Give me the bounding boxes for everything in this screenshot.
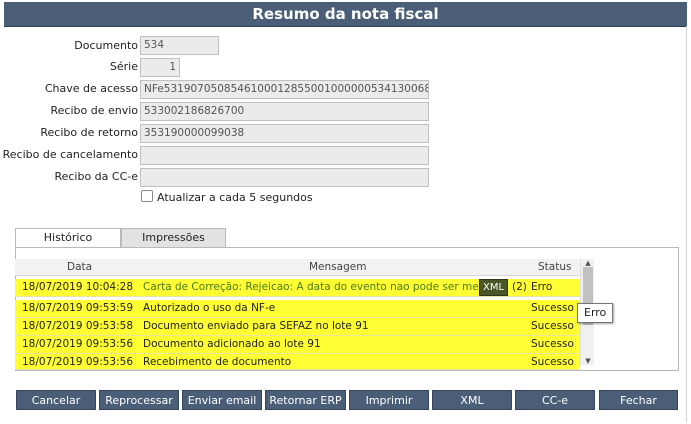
recibo-envio-field[interactable]: 533002186826700 [140, 102, 429, 121]
reprocessar-button[interactable]: Reprocessar [99, 390, 179, 410]
row-message: Recebimento de documento [143, 356, 292, 368]
auto-refresh-label: Atualizar a cada 5 segundos [157, 191, 313, 204]
recibo-cce-field[interactable] [140, 168, 429, 187]
xml-button[interactable]: XML [432, 390, 512, 410]
column-header-status[interactable]: Status [538, 261, 571, 273]
chave-acesso-label: Chave de acesso [44, 82, 138, 95]
recibo-retorno-field[interactable]: 353190000099038 [140, 124, 429, 143]
recibo-cancelamento-field[interactable] [140, 146, 429, 165]
fechar-button[interactable]: Fechar [599, 390, 678, 410]
row-status: Sucesso [531, 302, 574, 314]
auto-refresh-checkbox[interactable] [141, 190, 153, 202]
scroll-down-icon[interactable]: ▼ [581, 357, 595, 365]
status-tooltip: Erro [577, 303, 614, 323]
row-date: 18/07/2019 09:53:59 [22, 302, 134, 314]
row-count: (2) [512, 281, 527, 293]
chave-acesso-field[interactable]: NFe5319070508546100012855001000000534130… [140, 80, 429, 99]
tab-historico[interactable]: Histórico [15, 228, 121, 248]
row-status: Sucesso [531, 320, 574, 332]
column-header-mensagem[interactable]: Mensagem [309, 261, 366, 273]
cancelar-button[interactable]: Cancelar [16, 390, 96, 410]
tab-impressoes[interactable]: Impressões [121, 228, 226, 247]
scroll-up-icon[interactable]: ▲ [581, 259, 595, 267]
imprimir-button[interactable]: Imprimir [349, 390, 429, 410]
row-date: 18/07/2019 10:04:28 [22, 281, 134, 293]
row-date: 18/07/2019 09:53:56 [22, 356, 134, 368]
recibo-envio-label: Recibo de envio [50, 104, 138, 117]
dialog-title: Resumo da nota fiscal [4, 2, 687, 27]
cce-button[interactable]: CC-e [515, 390, 595, 410]
recibo-cancelamento-label: Recibo de cancelamento [2, 148, 138, 161]
documento-field[interactable]: 534 [140, 36, 219, 55]
serie-field[interactable]: 1 [140, 58, 180, 77]
retornar-erp-button[interactable]: Retornar ERP [265, 390, 346, 410]
table-row[interactable]: 18/07/2019 09:53:59 Autorizado o uso da … [15, 300, 580, 318]
row-message: Autorizado o uso da NF-e [143, 302, 276, 314]
row-message: Documento adicionado ao lote 91 [143, 338, 321, 350]
column-header-data[interactable]: Data [67, 261, 92, 273]
recibo-retorno-label: Recibo de retorno [40, 126, 138, 139]
table-row[interactable]: 18/07/2019 10:04:28 Carta de Correção: R… [15, 279, 580, 297]
documento-label: Documento [74, 39, 138, 52]
table-row[interactable]: 18/07/2019 09:53:56 Recebimento de docum… [15, 354, 580, 370]
row-date: 18/07/2019 09:53:58 [22, 320, 134, 332]
enviar-email-button[interactable]: Enviar email [182, 390, 262, 410]
recibo-cce-label: Recibo da CC-e [54, 170, 138, 183]
table-row[interactable]: 18/07/2019 09:53:58 Documento enviado pa… [15, 318, 580, 336]
row-xml-button[interactable]: XML [479, 279, 508, 296]
row-message: Carta de Correção: Rejeicao: A data do e… [143, 281, 497, 293]
table-header: Data Mensagem Status [15, 259, 580, 276]
row-status: Sucesso [531, 338, 574, 350]
row-status: Sucesso [531, 356, 574, 368]
dialog-border [686, 26, 687, 422]
row-status: Erro [531, 281, 553, 293]
row-date: 18/07/2019 09:53:56 [22, 338, 134, 350]
table-row[interactable]: 18/07/2019 09:53:56 Documento adicionado… [15, 336, 580, 354]
serie-label: Série [109, 60, 138, 73]
row-message: Documento enviado para SEFAZ no lote 91 [143, 320, 369, 332]
